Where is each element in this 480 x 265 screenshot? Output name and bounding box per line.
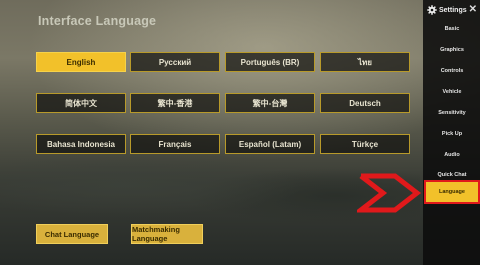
matchmaking-language-button[interactable]: Matchmaking Language (131, 224, 203, 244)
red-arrow-icon (357, 173, 422, 213)
sidebar-item-graphics[interactable]: Graphics (424, 39, 480, 60)
settings-title: Settings (439, 6, 467, 14)
sidebar-item-vehicle[interactable]: Vehicle (424, 81, 480, 102)
sidebar-item-sensitivity[interactable]: Sensitivity (424, 102, 480, 123)
settings-header: Settings ✕ (427, 3, 480, 17)
language-option-russian[interactable]: Русский (130, 52, 220, 72)
language-option-english[interactable]: English (36, 52, 126, 72)
chat-language-button[interactable]: Chat Language (36, 224, 108, 244)
gear-icon (427, 5, 437, 15)
language-option-simplified-chinese[interactable]: 简体中文 (36, 93, 126, 113)
sidebar-item-audio[interactable]: Audio (424, 144, 480, 165)
sidebar-item-basic[interactable]: Basic (424, 18, 480, 39)
language-option-traditional-chinese-hk[interactable]: 繁中-香港 (130, 93, 220, 113)
language-option-portuguese-br[interactable]: Português (BR) (225, 52, 315, 72)
language-option-french[interactable]: Français (130, 134, 220, 154)
sidebar-item-controls[interactable]: Controls (424, 60, 480, 81)
language-option-spanish-latam[interactable]: Español (Latam) (225, 134, 315, 154)
sidebar-item-pick-up[interactable]: Pick Up (424, 123, 480, 144)
page-title: Interface Language (38, 14, 157, 28)
language-option-thai[interactable]: ไทย (320, 52, 410, 72)
language-option-german[interactable]: Deutsch (320, 93, 410, 113)
language-option-traditional-chinese-tw[interactable]: 繁中-台灣 (225, 93, 315, 113)
close-icon[interactable]: ✕ (469, 5, 477, 15)
language-option-indonesian[interactable]: Bahasa Indonesia (36, 134, 126, 154)
language-option-turkish[interactable]: Türkçe (320, 134, 410, 154)
sidebar-item-language[interactable]: Language (424, 180, 480, 204)
